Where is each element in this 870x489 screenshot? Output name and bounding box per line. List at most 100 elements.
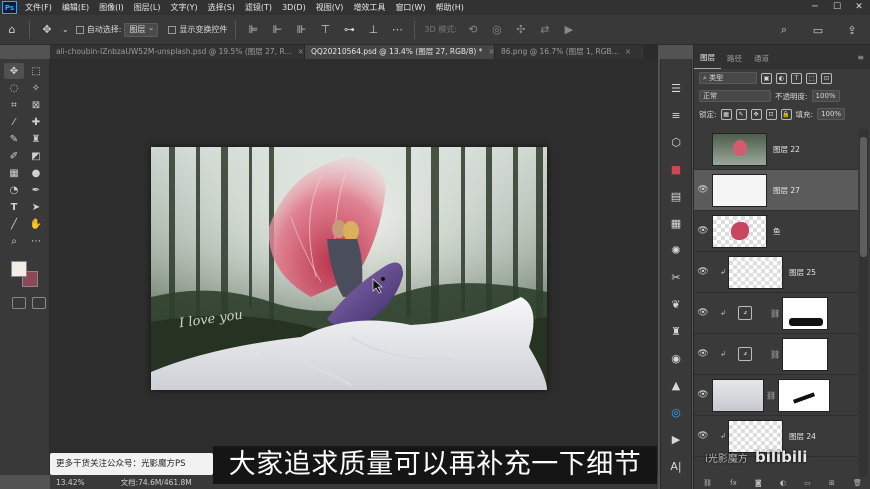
filter-shape-icon[interactable]: ⬚ [806,72,817,84]
filter-smart-icon[interactable]: ⊡ [821,72,832,84]
more-tools-icon[interactable]: ⋯ [26,233,46,249]
orbit-3d-icon[interactable]: ⟲ [464,21,482,39]
tab-document-1[interactable]: ali-choubin-IZnbzaUW52M-unsplash.psd @ 1… [50,45,305,59]
menu-edit[interactable]: 编辑(E) [57,2,94,13]
adjustments-panel-icon[interactable]: ≡ [667,106,685,124]
eraser-tool-icon[interactable]: ◩ [26,148,46,164]
group-folder-icon[interactable]: ▭ [804,479,811,487]
pen-tool-icon[interactable]: ✒ [26,182,46,198]
document-artwork[interactable]: I love you [151,147,547,390]
drag-3d-icon[interactable]: ✣ [512,21,530,39]
tab-close-icon[interactable]: × [625,45,631,59]
blend-mode-dropdown[interactable]: 正常 [699,90,771,102]
visibility-eye-icon[interactable]: 👁 [694,226,712,236]
tab-close-icon[interactable]: × [298,45,304,59]
align-right-icon[interactable]: ⊪ [292,21,310,39]
navigator-icon[interactable]: ◎ [667,403,685,421]
tab-document-3[interactable]: 86.png @ 16.7% (图层 1, RGB... × [495,45,645,59]
zoom-tool-icon[interactable]: ⌕ [4,233,24,249]
foreground-color-swatch[interactable] [11,261,27,277]
tab-close-icon[interactable]: × [488,45,494,59]
tool-presets-icon[interactable]: ✂ [667,268,685,286]
video-3d-icon[interactable]: ▶ [560,21,578,39]
align-left-icon[interactable]: ⊫ [244,21,262,39]
layer-row[interactable]: 👁 ⛓ [694,375,858,416]
brush-tool-icon[interactable]: ✎ [4,131,24,147]
close-icon[interactable]: ✕ [848,0,870,15]
stamp-tool-icon[interactable]: ♜ [26,131,46,147]
tab-layers[interactable]: 图层 [694,52,721,69]
blur-tool-icon[interactable]: ● [26,165,46,181]
tool-preset-chevron-icon[interactable]: ⌄ [62,25,69,34]
lock-position-icon[interactable]: ✥ [750,108,762,120]
layers-scrollbar[interactable] [859,129,868,479]
healing-tool-icon[interactable]: ✚ [26,114,46,130]
color-panel-icon[interactable]: ■ [667,160,685,178]
visibility-eye-icon[interactable]: 👁 [694,185,712,195]
visibility-eye-icon[interactable]: 👁 [694,390,712,400]
lock-all-icon[interactable]: 🔒 [780,108,792,120]
menu-plugins[interactable]: 增效工具 [348,2,390,13]
libraries-icon[interactable]: ◉ [667,349,685,367]
move-tool-icon[interactable]: ✥ [38,21,56,39]
marquee-tool-icon[interactable]: ⬚ [26,63,46,79]
character-panel-icon[interactable]: A| [667,457,685,475]
magic-wand-tool-icon[interactable]: ✧ [26,80,46,96]
swatches-panel-icon[interactable]: ▤ [667,187,685,205]
layer-mask-thumbnail[interactable] [778,378,831,412]
canvas-area[interactable]: I love you [50,59,658,475]
show-transform-checkbox[interactable] [168,25,177,34]
menu-view[interactable]: 视图(V) [311,2,349,13]
crop-tool-icon[interactable]: ⌗ [4,97,24,113]
3d-panel-icon[interactable]: ⬡ [667,133,685,151]
tab-channels[interactable]: 通道 [748,53,775,69]
history-panel-icon[interactable]: ☰ [667,79,685,97]
eyedropper-tool-icon[interactable]: ⁄ [4,114,24,130]
brush-settings-icon[interactable]: ❦ [667,295,685,313]
align-top-icon[interactable]: ⊤ [316,21,334,39]
menu-filter[interactable]: 滤镜(T) [240,2,277,13]
type-tool-icon[interactable]: T [4,199,24,215]
roll-3d-icon[interactable]: ◎ [488,21,506,39]
mask-link-icon[interactable]: ⛓ [770,350,780,359]
zoom-level[interactable]: 13.42% [50,478,91,487]
path-select-tool-icon[interactable]: ➤ [26,199,46,215]
layer-style-fx-icon[interactable]: fx [730,479,737,487]
visibility-eye-icon[interactable]: 👁 [694,431,712,441]
more-options-icon[interactable]: ⋯ [388,21,406,39]
quick-mask-icon[interactable] [12,297,26,309]
link-layers-icon[interactable]: ⛓ [703,479,712,487]
layer-row[interactable]: 👁 图层 27 [694,170,858,211]
filter-adjust-icon[interactable]: ◐ [776,72,787,84]
clone-source-icon[interactable]: ♜ [667,322,685,340]
add-mask-icon[interactable]: ◙ [755,479,762,487]
menu-select[interactable]: 选择(S) [203,2,240,13]
delete-layer-icon[interactable]: 🗑 [853,479,862,487]
filter-pixel-icon[interactable]: ▣ [761,72,772,84]
color-swatches[interactable] [10,261,42,291]
fill-field[interactable]: 100% [817,108,846,120]
lock-pixels-icon[interactable]: ✎ [735,108,747,120]
menu-3d[interactable]: 3D(D) [277,3,311,12]
history-brush-icon[interactable]: ✐ [4,148,24,164]
scrollbar-thumb[interactable] [860,137,867,257]
paragraph-panel-icon[interactable]: ¶ [667,484,685,489]
align-bottom-icon[interactable]: ⊥ [364,21,382,39]
opacity-field[interactable]: 100% [811,90,840,102]
share-icon[interactable]: ⇪ [843,21,861,39]
panel-menu-icon[interactable]: ≡ [857,53,864,62]
align-center-h-icon[interactable]: ⊩ [268,21,286,39]
menu-type[interactable]: 文字(Y) [165,2,202,13]
maximize-icon[interactable]: ☐ [826,0,848,15]
menu-help[interactable]: 帮助(H) [431,2,469,13]
search-icon[interactable]: ⌕ [775,21,793,39]
gradient-tool-icon[interactable]: ▦ [4,165,24,181]
layer-row[interactable]: 👁 鱼 [694,211,858,252]
workspace-icon[interactable]: ▭ [809,21,827,39]
lasso-tool-icon[interactable]: ◌ [4,80,24,96]
lock-artboard-icon[interactable]: ⊡ [765,108,777,120]
screen-mode-icon[interactable] [32,297,46,309]
layer-mask-thumbnail[interactable] [782,296,829,330]
layer-row[interactable]: 👁 ↲ ⦨ ⛓ [694,334,858,375]
visibility-eye-icon[interactable]: 👁 [694,267,712,277]
